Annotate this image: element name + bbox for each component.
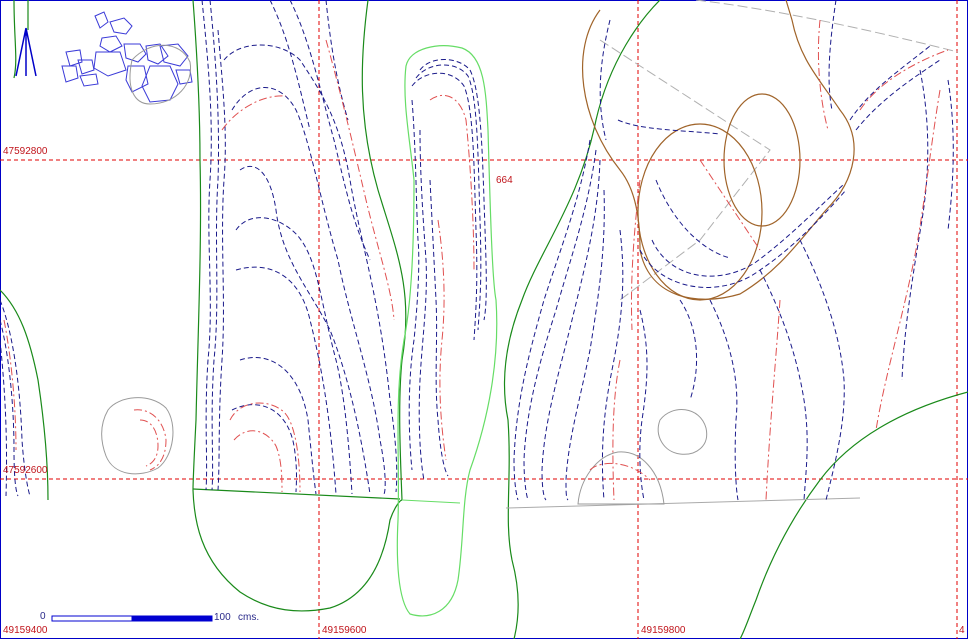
light-green-pillar-outline: [396, 45, 498, 617]
easting-label-49159800: 49159800: [641, 625, 686, 636]
boundary-west-trench: [192, 0, 403, 612]
trench-circle-2: [637, 123, 763, 301]
contours-red: [3, 19, 949, 501]
map-drawing: [0, 0, 968, 639]
easting-label-49159600: 49159600: [322, 625, 367, 636]
contours-dark: [0, 0, 954, 501]
easting-label-49159400: 49159400: [3, 625, 48, 636]
scale-bar-unit-label: cms.: [238, 612, 260, 623]
stone-cluster: [61, 11, 193, 103]
stone-right: [657, 409, 708, 455]
scale-bar-start-label: 0: [40, 611, 46, 622]
boundary-east: [739, 391, 968, 639]
stone-left: [101, 397, 174, 475]
trench-features: [582, 0, 855, 301]
stone-cluster-outline: [129, 44, 192, 105]
elevation-label: 664: [496, 175, 513, 186]
northing-label-47592800: 47592800: [3, 146, 48, 157]
light-green-base: [401, 499, 461, 504]
map-canvas[interactable]: 47592800 47592600 49159400 49159600 4915…: [0, 0, 968, 639]
easting-label-right: 4: [959, 625, 965, 636]
northing-label-47592600: 47592600: [3, 465, 48, 476]
stone-bottom-center: [577, 451, 665, 505]
boundary-central-west: [361, 0, 407, 501]
gray-construction-lines: [505, 0, 959, 509]
scale-bar-end-label: 100: [214, 612, 231, 623]
north-arrow-icon: [15, 27, 37, 77]
trench-outline: [582, 0, 855, 300]
scale-bar-graphic: [51, 615, 213, 622]
boundary-central-east: [503, 0, 661, 639]
